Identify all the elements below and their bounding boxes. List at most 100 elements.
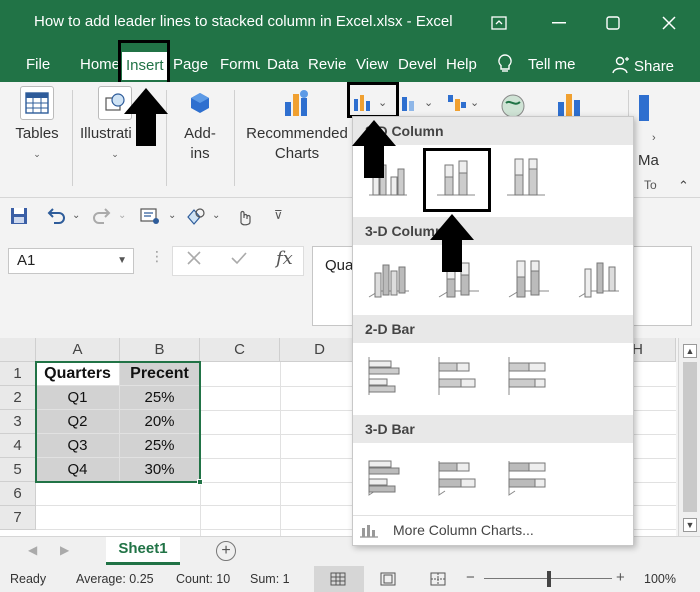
3d-100-stacked-bar-icon[interactable] bbox=[505, 453, 551, 499]
sheet-tab-sheet1[interactable]: Sheet1 bbox=[106, 537, 180, 565]
status-bar: Ready Average: 0.25 Count: 10 Sum: 1 − +… bbox=[0, 566, 700, 592]
100-stacked-bar-icon[interactable] bbox=[505, 353, 551, 399]
touch-mode-icon[interactable] bbox=[234, 207, 254, 232]
cell-a5[interactable]: Q4 bbox=[36, 458, 120, 482]
tab-help[interactable]: Help bbox=[446, 54, 477, 78]
maximize-button[interactable] bbox=[598, 8, 628, 38]
fill-handle[interactable] bbox=[197, 479, 203, 485]
zoom-out-icon[interactable]: − bbox=[466, 569, 475, 586]
insert-function-icon[interactable]: fx bbox=[276, 248, 293, 269]
row-header-5[interactable]: 5 bbox=[0, 458, 36, 482]
minimize-button[interactable] bbox=[544, 8, 574, 38]
3d-clustered-bar-icon[interactable] bbox=[365, 453, 411, 499]
normal-view-button[interactable] bbox=[314, 566, 364, 592]
undo-icon[interactable] bbox=[46, 207, 66, 230]
cell-a3[interactable]: Q2 bbox=[36, 410, 120, 434]
customize-qat-icon[interactable]: ⊽ bbox=[274, 208, 283, 222]
stacked-column-icon[interactable] bbox=[433, 153, 479, 199]
illustrations-group[interactable]: Illustrati ⌄ bbox=[80, 86, 150, 164]
name-box[interactable]: A1 ▼ bbox=[8, 248, 134, 274]
select-all-corner[interactable] bbox=[0, 338, 36, 362]
sparkline-icon[interactable] bbox=[638, 95, 674, 121]
collapse-ribbon-icon[interactable]: ⌃ bbox=[678, 178, 689, 194]
tab-review[interactable]: Revie bbox=[308, 54, 348, 78]
3d-stacked-column-icon[interactable] bbox=[435, 255, 481, 301]
maps-icon[interactable] bbox=[500, 94, 536, 118]
tab-view[interactable]: View bbox=[356, 54, 388, 78]
row-header-6[interactable]: 6 bbox=[0, 482, 36, 506]
column-header-d[interactable]: D bbox=[280, 338, 360, 362]
chevron-down-icon[interactable]: ⌄ bbox=[212, 210, 220, 221]
recommended-charts-label: Recommended Charts bbox=[246, 125, 348, 162]
form-icon[interactable] bbox=[140, 207, 160, 230]
column-header-a[interactable]: A bbox=[36, 338, 120, 362]
scroll-up-icon[interactable]: ▲ bbox=[683, 344, 697, 358]
redo-icon[interactable] bbox=[92, 207, 112, 230]
tab-page-layout[interactable]: Page L bbox=[173, 54, 211, 78]
tell-me-search[interactable]: Tell me bbox=[528, 54, 576, 78]
hierarchy-chart-dropdown[interactable]: ⌄ bbox=[446, 90, 482, 114]
ribbon-display-icon[interactable] bbox=[484, 8, 514, 38]
clustered-bar-icon[interactable] bbox=[365, 353, 411, 399]
column-header-b[interactable]: B bbox=[120, 338, 200, 362]
cell-b1[interactable]: Precent bbox=[120, 362, 200, 386]
scroll-right-icon[interactable]: › bbox=[652, 132, 656, 144]
share-icon[interactable] bbox=[612, 56, 630, 78]
share-button[interactable]: Share bbox=[634, 56, 674, 80]
cell-a1[interactable]: Quarters bbox=[36, 362, 120, 386]
cell-b5[interactable]: 30% bbox=[120, 458, 200, 482]
chevron-down-icon[interactable]: ⌄ bbox=[168, 210, 176, 221]
zoom-in-icon[interactable]: + bbox=[616, 569, 625, 586]
chevron-down-icon[interactable]: ⌄ bbox=[118, 210, 126, 221]
100-stacked-column-icon[interactable] bbox=[503, 153, 549, 199]
page-break-view-icon[interactable] bbox=[430, 572, 446, 589]
cell-a4[interactable]: Q3 bbox=[36, 434, 120, 458]
tab-formulas[interactable]: Formu bbox=[220, 54, 260, 78]
close-button[interactable] bbox=[654, 8, 684, 38]
chevron-down-icon[interactable]: ▼ bbox=[117, 249, 127, 273]
next-sheet-icon[interactable]: ▶ bbox=[60, 543, 69, 557]
row-header-7[interactable]: 7 bbox=[0, 506, 36, 530]
page-layout-view-icon[interactable] bbox=[380, 572, 396, 589]
cell-b3[interactable]: 20% bbox=[120, 410, 200, 434]
cancel-icon[interactable] bbox=[186, 250, 202, 271]
zoom-slider-thumb[interactable] bbox=[547, 571, 551, 587]
row-header-1[interactable]: 1 bbox=[0, 362, 36, 386]
enter-icon[interactable] bbox=[230, 250, 248, 271]
pivotchart-icon[interactable] bbox=[556, 92, 592, 116]
tab-data[interactable]: Data bbox=[267, 54, 299, 78]
3d-stacked-bar-icon[interactable] bbox=[435, 453, 481, 499]
line-chart-dropdown[interactable]: ⌄ bbox=[400, 90, 436, 114]
column-chart-dropdown[interactable]: ⌄ bbox=[352, 90, 388, 114]
tab-home[interactable]: Home bbox=[80, 54, 120, 78]
recommended-charts-group[interactable]: Recommended Charts bbox=[244, 86, 350, 164]
column-header-c[interactable]: C bbox=[200, 338, 280, 362]
tab-file[interactable]: File bbox=[26, 54, 50, 78]
more-column-charts-link[interactable]: More Column Charts... bbox=[353, 515, 633, 545]
3d-100-stacked-column-icon[interactable] bbox=[505, 255, 551, 301]
3d-column-icon[interactable] bbox=[575, 255, 621, 301]
more-options-icon[interactable]: ⋮ bbox=[150, 248, 164, 265]
shapes-icon[interactable] bbox=[186, 207, 206, 230]
stacked-bar-icon[interactable] bbox=[435, 353, 481, 399]
row-header-2[interactable]: 2 bbox=[0, 386, 36, 410]
scroll-thumb[interactable] bbox=[683, 362, 697, 512]
vertical-scrollbar[interactable]: ▲ ▼ bbox=[678, 338, 700, 536]
3d-clustered-column-icon[interactable] bbox=[365, 255, 411, 301]
prev-sheet-icon[interactable]: ◀ bbox=[28, 543, 37, 557]
cell-b2[interactable]: 25% bbox=[120, 386, 200, 410]
scroll-down-icon[interactable]: ▼ bbox=[683, 518, 697, 532]
save-icon[interactable] bbox=[10, 207, 28, 230]
addins-group[interactable]: Add- ins bbox=[178, 86, 222, 164]
tables-group[interactable]: Tables ⌄ bbox=[14, 86, 60, 164]
row-header-3[interactable]: 3 bbox=[0, 410, 36, 434]
row-header-4[interactable]: 4 bbox=[0, 434, 36, 458]
clustered-column-icon[interactable] bbox=[365, 153, 411, 199]
tab-developer[interactable]: Devel bbox=[398, 54, 438, 78]
zoom-level[interactable]: 100% bbox=[644, 572, 676, 586]
cell-b4[interactable]: 25% bbox=[120, 434, 200, 458]
chevron-down-icon[interactable]: ⌄ bbox=[72, 210, 80, 221]
tab-insert[interactable]: Insert bbox=[122, 52, 168, 80]
cell-a2[interactable]: Q1 bbox=[36, 386, 120, 410]
add-sheet-icon[interactable]: + bbox=[216, 541, 236, 561]
